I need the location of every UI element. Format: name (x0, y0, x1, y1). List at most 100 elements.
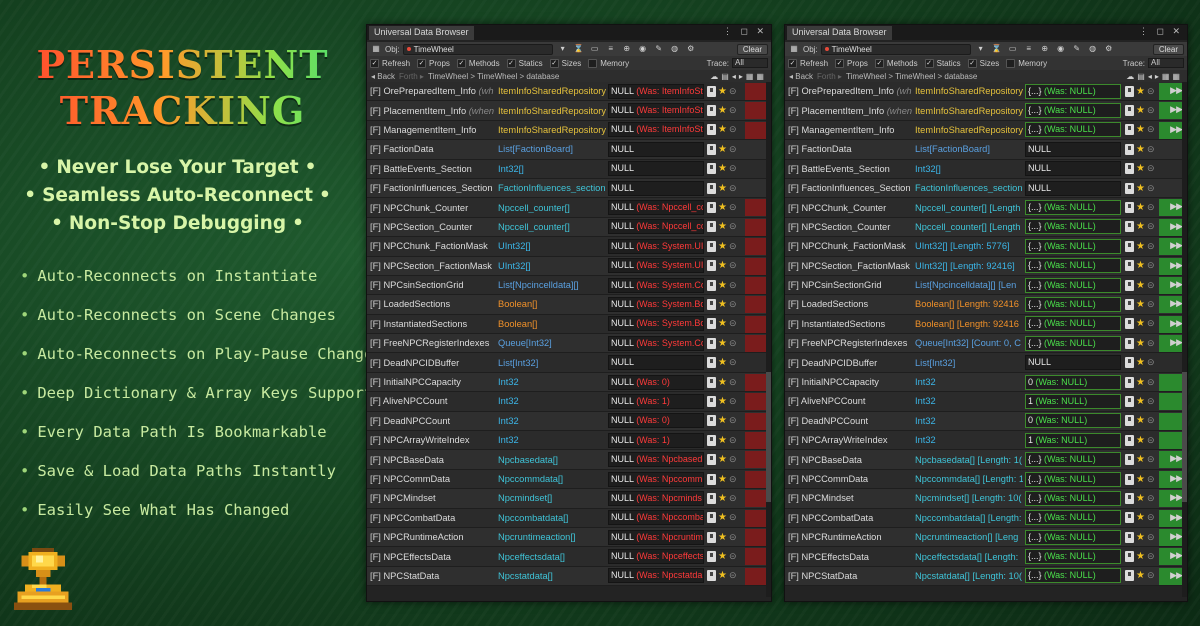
link-icon[interactable]: ⊝ (1147, 532, 1155, 543)
expand-icon[interactable]: ▶▶ (1170, 550, 1183, 561)
star-icon[interactable]: ★ (1136, 280, 1145, 291)
star-icon[interactable]: ★ (1136, 221, 1145, 232)
option-checkbox-props[interactable]: ✓ (417, 58, 427, 68)
link-icon[interactable]: ⊝ (1147, 338, 1155, 349)
star-icon[interactable]: ★ (718, 260, 727, 271)
link-icon[interactable]: ⊝ (729, 435, 737, 446)
star-icon[interactable]: ★ (1136, 124, 1145, 135)
field-row[interactable]: [F] NPCSection_Counter Npccell_counter[] N… (367, 217, 771, 238)
bookmark-icon[interactable] (1125, 124, 1134, 136)
breadcrumb-item[interactable]: database (526, 72, 559, 81)
field-value[interactable]: {...} (Was: NULL) (1025, 122, 1121, 138)
option-checkbox-methods[interactable]: ✓ (874, 58, 884, 68)
option-checkbox-refresh[interactable]: ✓ (370, 58, 379, 68)
field-value[interactable]: {...} (Was: NULL) (1025, 549, 1121, 565)
link-icon[interactable]: ⊝ (1147, 493, 1155, 504)
field-row[interactable]: [F] NPCChunk_FactionMask UInt32[] NULL (Wa… (367, 237, 771, 257)
bookmark-icon[interactable] (1125, 85, 1134, 97)
bookmark-icon[interactable] (707, 531, 716, 543)
bookmark-icon[interactable] (707, 240, 716, 252)
link-icon[interactable]: ⊝ (729, 144, 737, 155)
link-icon[interactable]: ⊝ (1147, 512, 1155, 523)
field-row[interactable]: [F] NPCSection_FactionMask UInt32[] [Leng… (785, 256, 1187, 276)
link-icon[interactable]: ⊝ (729, 183, 737, 194)
link-icon[interactable]: ⊝ (1147, 415, 1155, 426)
link-icon[interactable]: ⊝ (729, 357, 737, 368)
field-row[interactable]: [F] InstantiatedSections Boolean[] [Lengt… (785, 314, 1187, 335)
history-icon[interactable]: ⌛ (991, 44, 1003, 54)
field-row[interactable]: [F] NPCsinSectionGrid List[Npcincelldata]… (785, 275, 1187, 296)
link-icon[interactable]: ⊝ (1147, 280, 1155, 291)
star-icon[interactable]: ★ (1136, 512, 1145, 523)
link-icon[interactable]: ⊝ (729, 415, 737, 426)
star-icon[interactable]: ★ (718, 163, 727, 174)
star-icon[interactable]: ★ (1136, 570, 1145, 581)
field-value[interactable]: {...} (Was: NULL) (1025, 568, 1121, 584)
star-icon[interactable]: ★ (718, 396, 727, 407)
trace-select[interactable]: All (1148, 58, 1184, 68)
star-icon[interactable]: ★ (718, 415, 727, 426)
back-button[interactable]: ◂ Back (371, 72, 395, 81)
field-value[interactable]: NULL (608, 355, 704, 371)
field-row[interactable]: [F] ManagementItem_Info ItemInfoSharedRep… (367, 120, 771, 141)
bookmark-icon[interactable] (707, 395, 716, 407)
field-row[interactable]: [F] NPCSection_FactionMask UInt32[] NULL (… (367, 256, 771, 276)
star-icon[interactable]: ★ (718, 512, 727, 523)
bookmark-icon[interactable] (707, 512, 716, 524)
field-row[interactable]: [F] NPCSection_Counter Npccell_counter[] … (785, 217, 1187, 238)
link-icon[interactable]: ⊝ (1147, 86, 1155, 97)
field-value[interactable]: {...} (Was: NULL) (1025, 277, 1121, 293)
breadcrumb-item[interactable]: database (944, 72, 977, 81)
back-button[interactable]: ◂ Back (789, 72, 813, 81)
link-icon[interactable]: ⊝ (729, 241, 737, 252)
forward-button[interactable]: Forth ▸ (399, 72, 424, 81)
star-icon[interactable]: ★ (1136, 338, 1145, 349)
link-icon[interactable]: ⊝ (1147, 551, 1155, 562)
star-icon[interactable]: ★ (718, 493, 727, 504)
field-row[interactable]: [F] LoadedSections Boolean[] [Length: 924… (785, 295, 1187, 315)
field-row[interactable]: [F] DeadNPCIDBuffer List[Int32] NULL ★ ⊝ (785, 353, 1187, 373)
bookmark-icon[interactable] (707, 298, 716, 310)
link-icon[interactable]: ⊝ (1147, 105, 1155, 116)
expand-icon[interactable]: ▶▶ (1170, 453, 1183, 464)
expand-icon[interactable]: ▶▶ (1170, 201, 1183, 212)
link-icon[interactable]: ⊝ (1147, 435, 1155, 446)
field-value[interactable]: NULL (Was: Npccell_cc (608, 219, 704, 235)
bookmark-icon[interactable] (707, 492, 716, 504)
field-row[interactable]: [F] NPCsinSectionGrid List[Npcincelldata]… (367, 275, 771, 296)
expand-icon[interactable]: ▶▶ (1170, 240, 1183, 251)
link-icon[interactable]: ⊝ (729, 493, 737, 504)
clear-button[interactable]: Clear (736, 43, 768, 55)
field-row[interactable]: [F] PlacementItem_Info (when ItemInfoShar… (785, 101, 1187, 121)
field-value[interactable]: NULL (Was: System.Co (608, 277, 704, 293)
bookmark-icon[interactable] (707, 143, 716, 155)
link-icon[interactable]: ⊝ (729, 532, 737, 543)
star-icon[interactable]: ★ (1136, 551, 1145, 562)
field-value[interactable]: 1 (Was: NULL) (1025, 393, 1121, 409)
link-icon[interactable]: ⊝ (729, 105, 737, 116)
scrollbar[interactable] (766, 82, 771, 597)
list-icon[interactable]: ≡ (605, 44, 617, 54)
bookmark-icon[interactable] (1125, 337, 1134, 349)
field-row[interactable]: [F] OrePreparedItem_Info (wh ItemInfoShar… (367, 82, 771, 102)
window-tab-title[interactable]: Universal Data Browser (369, 26, 474, 40)
field-value[interactable]: {...} (Was: NULL) (1025, 219, 1121, 235)
breadcrumb-item[interactable]: TimeWheel (895, 72, 935, 81)
pencil-icon[interactable]: ✎ (653, 44, 665, 54)
breadcrumb-item[interactable]: TimeWheel (846, 72, 886, 81)
link-icon[interactable]: ⊝ (1147, 221, 1155, 232)
field-row[interactable]: [F] FactionData List[FactionBoard] NULL ★ ⊝ (367, 140, 771, 160)
bookmark-icon[interactable] (1125, 531, 1134, 543)
field-row[interactable]: [F] NPCRuntimeAction Npcruntimeaction[] [… (785, 527, 1187, 548)
bookmark-icon[interactable] (707, 85, 716, 97)
list-icon[interactable]: ≡ (1023, 44, 1035, 54)
field-row[interactable]: [F] NPCChunk_Counter Npccell_counter[] [L… (785, 198, 1187, 218)
bookmark-icon[interactable] (1125, 221, 1134, 233)
window-tab-title[interactable]: Universal Data Browser (787, 26, 892, 40)
star-icon[interactable]: ★ (718, 551, 727, 562)
field-value[interactable]: NULL (608, 141, 704, 157)
field-value[interactable]: {...} (Was: NULL) (1025, 316, 1121, 332)
globe-icon[interactable]: ◍ (669, 44, 681, 54)
field-row[interactable]: [F] FreeNPCRegisterIndexes Queue[Int32] NU… (367, 334, 771, 354)
link-icon[interactable]: ⊝ (1147, 377, 1155, 388)
